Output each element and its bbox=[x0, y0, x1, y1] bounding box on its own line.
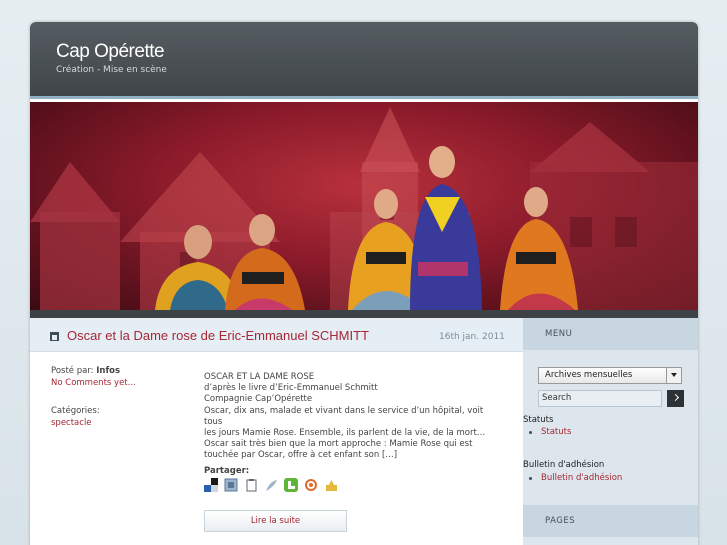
stumble-icon[interactable] bbox=[304, 478, 319, 493]
category-link[interactable]: spectacle bbox=[51, 418, 92, 428]
post-title-link[interactable]: Oscar et la Dame rose de Eric-Emmanuel S… bbox=[67, 328, 369, 343]
excerpt-line: Compagnie Cap’Opérette bbox=[204, 394, 313, 405]
sidebar-item-statuts[interactable]: Statuts bbox=[528, 427, 571, 437]
post-excerpt: OSCAR ET LA DAME ROSE d’après le livre d… bbox=[204, 372, 504, 462]
posted-by-author: Infos bbox=[96, 366, 121, 376]
bulletin-title: Bulletin d'adhésion bbox=[523, 460, 605, 470]
share-label: Partager: bbox=[204, 466, 250, 476]
share-icons bbox=[204, 478, 339, 494]
banner-divider bbox=[30, 310, 698, 318]
excerpt-line: Oscar sait très bien que la mort approch… bbox=[204, 439, 473, 450]
clipboard-icon[interactable] bbox=[244, 478, 259, 493]
excerpt-line: d’après le livre d’Eric-Emmanuel Schmitt bbox=[204, 383, 378, 394]
technorati-icon[interactable] bbox=[284, 478, 299, 493]
site-description: Création - Mise en scène bbox=[56, 65, 167, 75]
page-container: Cap Opérette Création - Mise en scène Os… bbox=[30, 22, 698, 545]
chevron-down-icon bbox=[666, 368, 681, 383]
archives-selected-value: Archives mensuelles bbox=[545, 370, 633, 380]
posted-by-label: Posté par: bbox=[51, 366, 94, 376]
menu-heading: MENU bbox=[523, 318, 698, 350]
bookmark-icon[interactable] bbox=[324, 478, 339, 493]
search-submit-button[interactable] bbox=[667, 390, 684, 407]
header-banner-image bbox=[30, 102, 698, 310]
comments-link[interactable]: No Comments yet... bbox=[51, 378, 136, 388]
posted-by: Posté par: Infos bbox=[51, 366, 120, 376]
pages-heading: PAGES bbox=[523, 505, 698, 537]
excerpt-line: touchée par Oscar, offre à cet enfant so… bbox=[204, 450, 398, 461]
main-content: Oscar et la Dame rose de Eric-Emmanuel S… bbox=[30, 318, 523, 545]
read-more-button[interactable]: Lire la suite bbox=[204, 510, 347, 532]
sidebar: MENU Archives mensuelles Search Statuts … bbox=[523, 318, 698, 545]
categories-label: Catégories: bbox=[51, 406, 100, 416]
site-title[interactable]: Cap Opérette bbox=[56, 41, 165, 63]
feather-icon[interactable] bbox=[264, 478, 279, 493]
theater-stage-illustration bbox=[30, 107, 698, 310]
post-header: Oscar et la Dame rose de Eric-Emmanuel S… bbox=[30, 318, 523, 352]
excerpt-line: OSCAR ET LA DAME ROSE bbox=[204, 372, 315, 382]
archives-dropdown[interactable]: Archives mensuelles bbox=[538, 367, 682, 384]
search-input[interactable]: Search bbox=[538, 390, 662, 407]
excerpt-line: les jours Mamie Rose. Ensemble, ils parl… bbox=[204, 428, 486, 439]
digg-icon[interactable] bbox=[224, 478, 239, 493]
post-format-icon bbox=[50, 332, 59, 341]
sidebar-item-bulletin[interactable]: Bulletin d'adhésion bbox=[528, 473, 622, 483]
post-date: 16th jan. 2011 bbox=[439, 332, 505, 342]
delicious-icon[interactable] bbox=[204, 478, 219, 493]
site-header: Cap Opérette Création - Mise en scène bbox=[30, 22, 698, 99]
excerpt-line: Oscar, dix ans, malade et vivant dans le… bbox=[204, 405, 484, 427]
statuts-title: Statuts bbox=[523, 415, 554, 425]
